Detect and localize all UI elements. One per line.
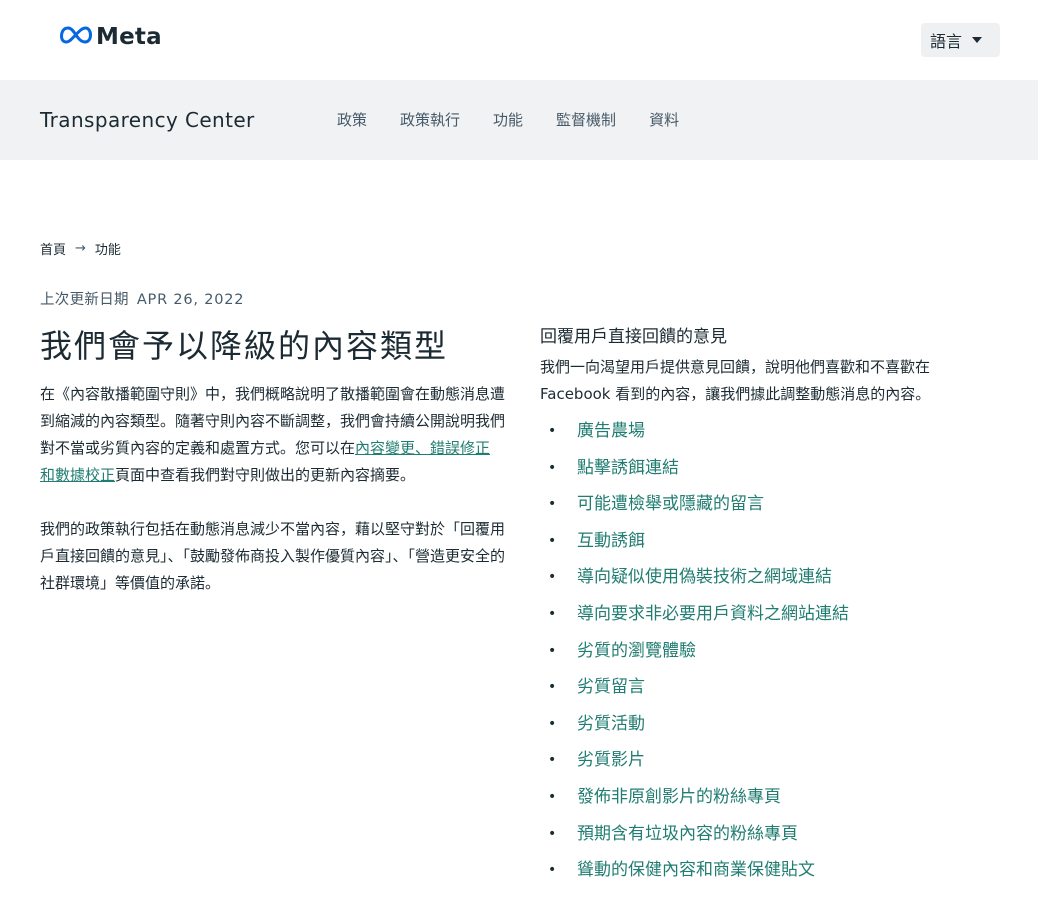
nav-item-policies[interactable]: 政策	[337, 109, 367, 130]
page-title: 我們會予以降級的內容類型	[40, 327, 449, 365]
list-item-link[interactable]: 聳動的保健內容和商業保健貼文	[577, 860, 815, 880]
last-updated-label: 上次更新日期	[40, 292, 129, 308]
meta-infinity-icon	[60, 26, 92, 48]
right-column: 回覆用戶直接回饋的意見 我們一向渴望用戶提供意見回饋，說明他們喜歡和不喜歡在 F…	[540, 325, 1000, 889]
bullet-icon: •	[548, 679, 557, 696]
bullet-icon: •	[548, 715, 557, 732]
bullet-icon: •	[548, 459, 557, 476]
arrow-right-icon: →	[75, 241, 86, 256]
bullet-icon: •	[548, 496, 557, 513]
list-item: • 可能遭檢舉或隱藏的留言	[540, 486, 1000, 523]
list-item: • 點擊誘餌連結	[540, 450, 1000, 487]
list-item-link[interactable]: 預期含有垃圾內容的粉絲專頁	[577, 824, 798, 844]
list-item-link[interactable]: 劣質留言	[577, 677, 645, 697]
last-updated: 上次更新日期 APR 26, 2022	[40, 288, 244, 309]
list-item: • 聳動的保健內容和商業保健貼文	[540, 852, 1000, 889]
bullet-icon: •	[548, 642, 557, 659]
bullet-icon: •	[548, 423, 557, 439]
section-paragraph: 我們一向渴望用戶提供意見回饋，說明他們喜歡和不喜歡在 Facebook 看到的內…	[540, 358, 931, 403]
language-label: 語言	[929, 32, 962, 51]
breadcrumb-home[interactable]: 首頁	[40, 239, 66, 258]
transparency-center-brand[interactable]: Transparency Center	[40, 108, 255, 132]
bullet-icon: •	[548, 605, 557, 622]
caret-down-icon	[972, 37, 982, 43]
main-navbar: Transparency Center 政策 政策執行 功能 監督機制 資料	[0, 80, 1038, 160]
list-item: • 劣質影片	[540, 742, 1000, 779]
bullet-icon: •	[548, 825, 557, 842]
list-item-link[interactable]: 廣告農場	[577, 421, 645, 441]
list-item: • 發佈非原創影片的粉絲專頁	[540, 779, 1000, 816]
list-item: • 劣質活動	[540, 706, 1000, 743]
bullet-icon: •	[548, 752, 557, 769]
list-item-link[interactable]: 發佈非原創影片的粉絲專頁	[577, 787, 781, 807]
nav-item-reports[interactable]: 資料	[649, 109, 679, 130]
bullet-icon: •	[548, 569, 557, 586]
top-bar: Meta 語言	[0, 0, 1038, 80]
list-item: • 劣質留言	[540, 669, 1000, 706]
bullet-icon: •	[548, 862, 557, 879]
enforcement-paragraph: 我們的政策執行包括在動態消息減少不當內容，藉以堅守對於「回覆用戶直接回饋的意見」…	[40, 520, 506, 592]
list-item: • 互動誘餌	[540, 523, 1000, 560]
left-column: 我們會予以降級的內容類型 在《內容散播範圍守則》中，我們概略說明了散播範圍會在動…	[40, 326, 505, 624]
bullet-icon: •	[548, 788, 557, 805]
list-item-link[interactable]: 互動誘餌	[577, 531, 645, 551]
last-updated-date: APR 26, 2022	[136, 292, 245, 308]
nav-item-enforcement[interactable]: 政策執行	[400, 109, 460, 130]
list-item: • 導向疑似使用偽裝技術之網域連結	[540, 559, 1000, 596]
demoted-content-list: • 廣告農場 • 點擊誘餌連結 • 可能遭檢舉或隱藏的留言 • 互動誘餌 • 導向疑似使用…	[540, 413, 1000, 889]
intro-paragraph: 在《內容散播範圍守則》中，我們概略說明了散播範圍會在動態消息遭到縮減的內容類型。…	[40, 381, 505, 489]
list-item-link[interactable]: 點擊誘餌連結	[577, 458, 679, 478]
list-item: • 劣質的瀏覽體驗	[540, 633, 1000, 670]
section-heading: 回覆用戶直接回饋的意見	[540, 327, 727, 347]
nav-menu: 政策 政策執行 功能 監督機制 資料	[337, 109, 712, 130]
breadcrumb: 首頁 → 功能	[40, 239, 121, 258]
list-item-link[interactable]: 劣質的瀏覽體驗	[577, 641, 696, 661]
meta-logo[interactable]: Meta	[60, 24, 162, 50]
list-item-link[interactable]: 導向疑似使用偽裝技術之網域連結	[577, 567, 832, 587]
intro-text-after: 頁面中查看我們對守則做出的更新內容摘要。	[115, 466, 416, 484]
language-button[interactable]: 語言	[920, 23, 1000, 57]
list-item-link[interactable]: 劣質影片	[577, 750, 645, 770]
bullet-icon: •	[548, 532, 557, 549]
list-item: • 導向要求非必要用戶資料之網站連結	[540, 596, 1000, 633]
list-item-link[interactable]: 可能遭檢舉或隱藏的留言	[577, 494, 764, 514]
list-item: • 廣告農場	[540, 413, 1000, 450]
list-item-link[interactable]: 劣質活動	[577, 714, 645, 734]
list-item: • 預期含有垃圾內容的粉絲專頁	[540, 816, 1000, 853]
nav-item-features[interactable]: 功能	[493, 109, 523, 130]
breadcrumb-current[interactable]: 功能	[95, 239, 121, 258]
nav-item-oversight[interactable]: 監督機制	[556, 109, 616, 130]
list-item-link[interactable]: 導向要求非必要用戶資料之網站連結	[577, 604, 849, 624]
meta-logo-text: Meta	[96, 24, 162, 50]
